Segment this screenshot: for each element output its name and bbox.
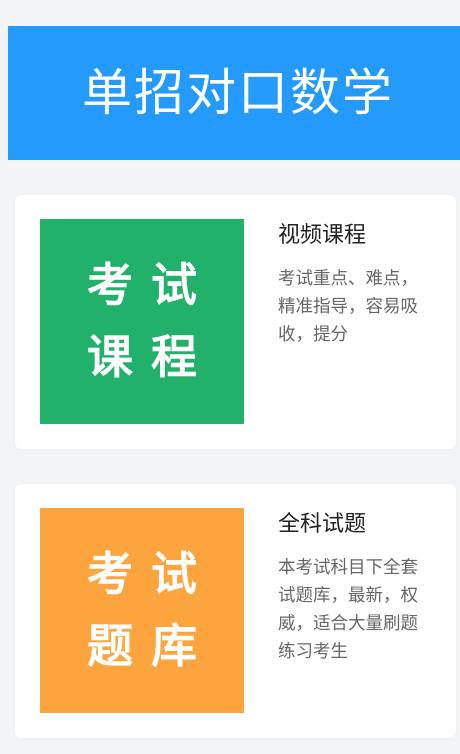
card-description: 考试重点、难点，精准指导，容易吸收，提分 <box>278 269 418 345</box>
thumbnail-text-line2: 题库 <box>87 618 215 673</box>
question-bank-thumbnail[interactable]: 考试 题库 <box>40 508 244 713</box>
thumbnail-text-line2: 课程 <box>87 329 215 384</box>
page-title: 单招对口数学 <box>82 64 394 122</box>
card-title[interactable]: 视频课程 <box>278 223 366 249</box>
video-course-thumbnail[interactable]: 考试 课程 <box>40 219 244 424</box>
page: 单招对口数学 考试 课程 视频课程 考试重点、难点，精准指导，容易吸收，提分 考… <box>0 0 460 754</box>
card-title[interactable]: 全科试题 <box>278 512 366 538</box>
header-banner: 单招对口数学 <box>8 26 460 160</box>
thumbnail-text-line1: 考试 <box>87 258 215 313</box>
thumbnail-text-line1: 考试 <box>87 547 215 602</box>
video-course-card[interactable]: 考试 课程 视频课程 考试重点、难点，精准指导，容易吸收，提分 <box>15 195 456 449</box>
question-bank-card[interactable]: 考试 题库 全科试题 本考试科目下全套试题库，最新，权威，适合大量刷题练习考生 <box>15 484 456 738</box>
card-description: 本考试科目下全套试题库，最新，权威，适合大量刷题练习考生 <box>278 558 418 662</box>
